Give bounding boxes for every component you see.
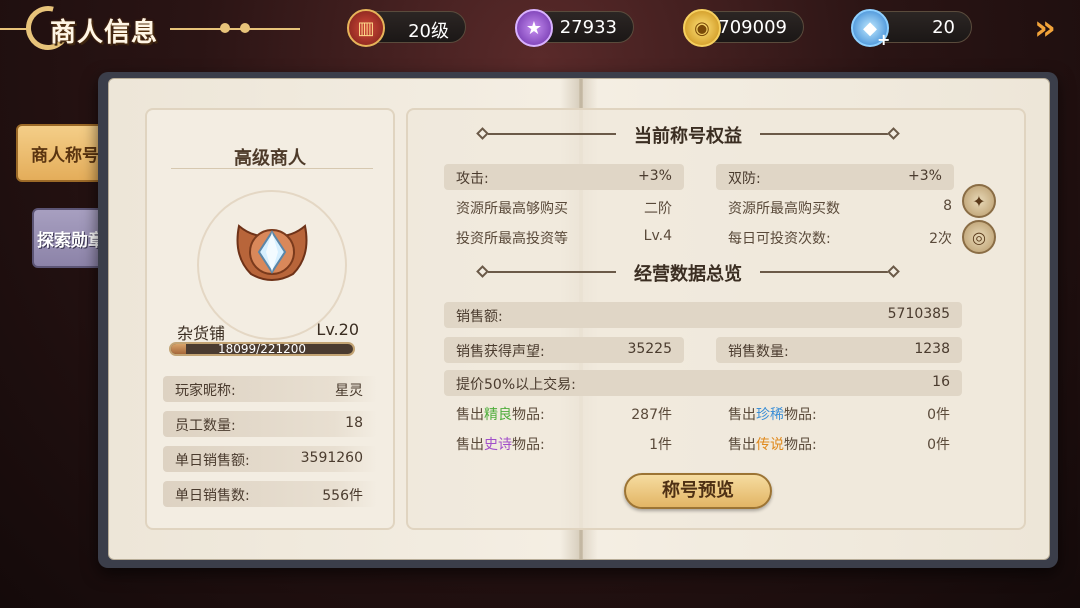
stat-label-prefix: 售出 xyxy=(456,407,484,423)
stat-label: 销售获得声望: xyxy=(456,344,545,360)
benefit-label: 每日可投资次数: xyxy=(728,231,831,247)
experience-text: 18099/221200 xyxy=(217,342,307,356)
benefit-attack: 攻击: +3% xyxy=(444,164,684,190)
stat-label: 售出史诗物品: xyxy=(456,434,545,454)
top-bar: 商人信息 ▥ 20级 ★ 27933 ◉ 709009 ◆ + 20 » xyxy=(0,0,1080,60)
stat-sales-count: 销售数量: 1238 xyxy=(716,337,962,363)
coin-stack-icon: ◎ xyxy=(962,220,996,254)
stat-label-suffix: 物品: xyxy=(512,437,545,453)
stat-legendary-items: 售出传说物品: 0件 xyxy=(716,430,962,456)
info-value: 星灵 xyxy=(335,383,363,399)
benefit-value: +3% xyxy=(638,168,672,184)
exit-arrow-icon[interactable]: » xyxy=(1022,8,1068,48)
rank-emblem-icon xyxy=(236,224,308,281)
resource-reputation: ★ 27933 xyxy=(515,9,634,47)
stat-label: 售出精良物品: xyxy=(456,404,545,424)
benefit-value: 8 xyxy=(943,198,952,214)
resource-gold: ◉ 709009 xyxy=(683,9,804,47)
stat-value: 0件 xyxy=(927,407,950,423)
benefit-label: 双防: xyxy=(728,171,761,187)
benefit-defense: 双防: +3% xyxy=(716,164,954,190)
stat-label-suffix: 物品: xyxy=(784,407,817,423)
section-header-benefits: 当前称号权益 xyxy=(476,122,900,147)
section-title: 当前称号权益 xyxy=(634,126,742,147)
stat-value: 1件 xyxy=(649,437,672,453)
rank-title: 高级商人 xyxy=(234,148,306,169)
stat-fine-items: 售出精良物品: 287件 xyxy=(444,400,684,426)
tier-legendary-label: 传说 xyxy=(756,437,784,453)
info-row-daily-sales-count: 单日销售数: 556件 xyxy=(163,481,377,507)
experience-bar: 18099/221200 xyxy=(169,342,355,356)
stat-value: 287件 xyxy=(631,407,672,423)
info-label: 玩家昵称: xyxy=(175,383,236,399)
stat-label-prefix: 售出 xyxy=(456,437,484,453)
purple-star-medal-icon: ★ xyxy=(515,9,553,47)
benefit-label: 资源所最高购买数 xyxy=(728,201,840,217)
stat-label: 售出传说物品: xyxy=(728,434,817,454)
info-row-nickname: 玩家昵称: 星灵 xyxy=(163,376,377,402)
info-row-staff: 员工数量: 18 xyxy=(163,411,377,437)
title-preview-button[interactable]: 称号预览 xyxy=(624,473,772,509)
info-value: 556件 xyxy=(322,488,363,504)
benefit-value: Lv.4 xyxy=(643,228,672,244)
benefit-invest-level: 投资所最高投资等 Lv.4 xyxy=(444,224,684,250)
stat-sales-amount: 销售额: 5710385 xyxy=(444,302,962,328)
benefit-resource-tier: 资源所最高够购买 二阶 xyxy=(444,194,684,220)
benefit-value: 2次 xyxy=(929,231,952,247)
resource-diamond[interactable]: ◆ + 20 xyxy=(851,9,972,49)
benefit-resource-count: 资源所最高购买数 8 xyxy=(716,194,964,220)
stat-label: 销售数量: xyxy=(728,344,789,360)
stat-value: 16 xyxy=(932,374,950,390)
title-deco-dot xyxy=(240,23,250,33)
section-header-stats: 经营数据总览 xyxy=(476,260,900,285)
title-deco-line xyxy=(170,28,300,30)
benefit-value: +3% xyxy=(908,168,942,184)
info-label: 单日销售数: xyxy=(175,488,250,504)
stat-epic-items: 售出史诗物品: 1件 xyxy=(444,430,684,456)
stat-rare-items: 售出珍稀物品: 0件 xyxy=(716,400,962,426)
gold-coin-icon: ◉ xyxy=(683,9,721,47)
tier-fine-label: 精良 xyxy=(484,407,512,423)
benefit-label: 投资所最高投资等 xyxy=(456,231,568,247)
page-title: 商人信息 xyxy=(50,18,159,48)
shop-building-icon: ▥ xyxy=(347,9,385,47)
tier-rare-label: 珍稀 xyxy=(756,407,784,423)
page-title-banner: 商人信息 xyxy=(0,0,310,59)
stat-label-prefix: 售出 xyxy=(728,437,756,453)
benefit-value: 二阶 xyxy=(644,201,672,217)
stat-label: 销售额: xyxy=(456,309,503,325)
stat-label-suffix: 物品: xyxy=(512,407,545,423)
info-value: 3591260 xyxy=(300,450,363,466)
stat-label: 售出珍稀物品: xyxy=(728,404,817,424)
section-title: 经营数据总览 xyxy=(634,264,742,285)
stat-label-suffix: 物品: xyxy=(784,437,817,453)
stat-value: 35225 xyxy=(627,341,672,357)
info-label: 员工数量: xyxy=(175,418,236,434)
stat-premium-trades: 提价50%以上交易: 16 xyxy=(444,370,962,396)
title-deco-dot xyxy=(220,23,230,33)
shop-name: 杂货铺 xyxy=(177,324,226,343)
benefit-daily-invest: 每日可投资次数: 2次 xyxy=(716,224,964,250)
divider xyxy=(171,168,373,169)
stat-value: 5710385 xyxy=(887,306,950,322)
info-label: 单日销售额: xyxy=(175,453,250,469)
info-value: 18 xyxy=(345,415,363,431)
shop-level: Lv.20 xyxy=(316,320,359,339)
stat-value: 1238 xyxy=(914,341,950,357)
benefit-label: 资源所最高够购买 xyxy=(456,201,568,217)
resource-level: ▥ 20级 xyxy=(347,9,466,47)
details-panel: 当前称号权益 攻击: +3% 资源所最高够购买 二阶 投资所最高投资等 Lv.4… xyxy=(406,108,1026,530)
tier-epic-label: 史诗 xyxy=(484,437,512,453)
info-row-daily-sales-amount: 单日销售额: 3591260 xyxy=(163,446,377,472)
add-icon[interactable]: + xyxy=(877,30,890,49)
stat-value: 0件 xyxy=(927,437,950,453)
benefit-label: 攻击: xyxy=(456,171,489,187)
stat-reputation-gain: 销售获得声望: 35225 xyxy=(444,337,684,363)
stat-label-prefix: 售出 xyxy=(728,407,756,423)
stat-label: 提价50%以上交易: xyxy=(456,377,576,393)
merchant-profile-card: 高级商人 杂货铺 Lv.20 18099/221200 玩家昵称: 星灵 员工数… xyxy=(145,108,395,530)
resource-shop-icon: ✦ xyxy=(962,184,996,218)
